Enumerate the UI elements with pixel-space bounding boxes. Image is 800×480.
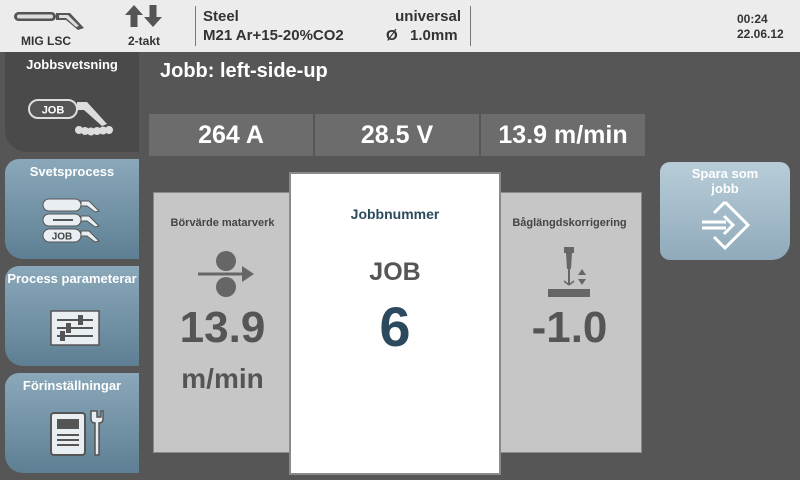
sidebar-item-jobbsvetsning[interactable]: Jobbsvetsning JOB <box>5 52 139 152</box>
divider <box>470 6 471 46</box>
wire-feed-unit: m/min <box>181 363 264 394</box>
sidebar-item-svetsprocess[interactable]: Svetsprocess JOB <box>5 159 139 259</box>
job-label: JOB <box>369 258 421 286</box>
process-label: MIG LSC <box>21 34 71 48</box>
sidebar-item-forinstallningar[interactable]: Förinställningar <box>5 373 139 473</box>
current-value: 264 A <box>149 114 313 156</box>
sidebar-item-label: Jobbsvetsning <box>26 57 118 72</box>
save-arrow-icon <box>700 200 751 251</box>
wire-speed-value: 13.9 m/min <box>481 114 645 156</box>
job-number-card[interactable]: Jobbnummer JOB 6 <box>289 172 501 475</box>
sidebar-item-label: Svetsprocess <box>29 164 115 179</box>
arc-length-icon <box>546 245 592 299</box>
diameter-symbol: Ø <box>386 27 398 44</box>
mig-torch-icon <box>12 6 86 32</box>
sliders-icon <box>50 310 100 346</box>
clock-date: 22.06.12 <box>737 27 784 41</box>
sidebar-item-label: Process parameterar <box>7 271 137 286</box>
trigger-label: 2-takt <box>127 34 160 48</box>
wire-diameter: 1.0mm <box>410 27 458 44</box>
material-label: Steel <box>203 8 239 25</box>
mode-label: universal <box>395 8 461 25</box>
status-bar: MIG LSC 2-takt Steel M21 Ar+15-20%CO2 un… <box>0 0 800 52</box>
card-title: Båglängdskorrigering <box>512 217 627 229</box>
job-icon-badge: JOB <box>42 105 65 117</box>
job-number-value: 6 <box>379 295 411 358</box>
wire-feed-icon <box>196 249 256 299</box>
wire-feed-value: 13.9 <box>179 303 266 352</box>
job-welding-icon: JOB <box>27 96 123 140</box>
clock-time: 00:24 <box>737 12 768 26</box>
sidebar-item-process-parameterar[interactable]: Process parameterar <box>5 266 139 366</box>
card-title: Jobbnummer <box>350 206 440 222</box>
sidebar-item-label: Förinställningar <box>22 378 122 393</box>
trigger-mode-icon <box>124 4 164 28</box>
save-as-job-label: Spara som jobb <box>691 166 759 196</box>
job-title: Jobb: left-side-up <box>160 60 328 82</box>
arc-length-value: -1.0 <box>531 303 608 352</box>
welding-process-icon: JOB <box>41 197 105 245</box>
wire-feed-card[interactable]: Börvärde matarverk 13.9 m/min <box>153 192 292 453</box>
card-title: Börvärde matarverk <box>170 217 275 229</box>
settings-device-icon <box>49 409 105 459</box>
gas-label: M21 Ar+15-20%CO2 <box>203 27 344 44</box>
voltage-value: 28.5 V <box>315 114 479 156</box>
job-icon-badge: JOB <box>52 232 73 243</box>
save-as-job-button[interactable]: Spara som jobb <box>660 162 790 260</box>
arc-length-card[interactable]: Båglängdskorrigering -1.0 <box>497 192 642 453</box>
divider <box>195 6 196 46</box>
